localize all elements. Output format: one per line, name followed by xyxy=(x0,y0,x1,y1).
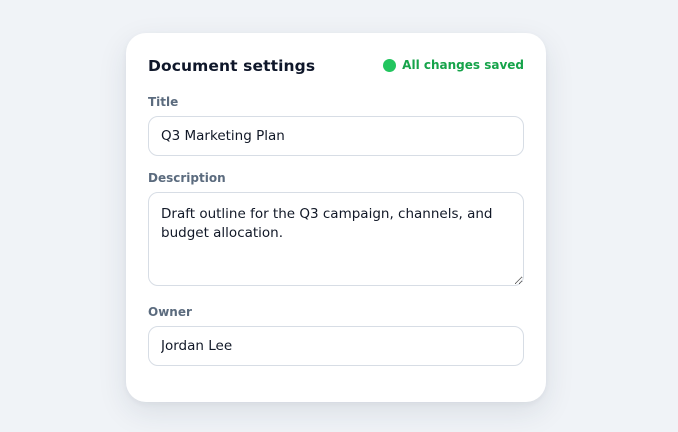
panel-title: Document settings xyxy=(148,57,316,75)
description-label: Description xyxy=(148,171,226,185)
owner-input[interactable] xyxy=(148,326,524,366)
card-header: Document settings All changes saved xyxy=(148,57,524,77)
save-status: All changes saved xyxy=(383,58,524,72)
title-label: Title xyxy=(148,95,179,109)
title-input[interactable] xyxy=(148,116,524,156)
owner-label: Owner xyxy=(148,305,192,319)
document-settings-card: Document settings All changes saved Titl… xyxy=(126,33,546,402)
status-dot-icon xyxy=(383,58,397,72)
description-textarea[interactable]: Draft outline for the Q3 campaign, chann… xyxy=(148,192,524,286)
save-status-text: All changes saved xyxy=(402,58,524,72)
